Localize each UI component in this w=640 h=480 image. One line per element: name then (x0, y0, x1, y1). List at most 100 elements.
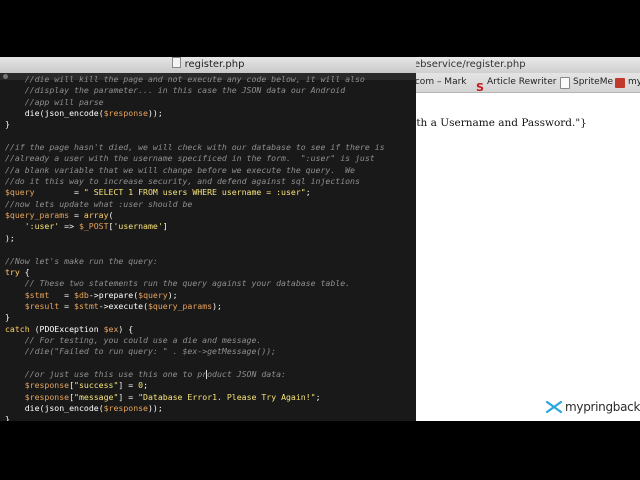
bookmark-my[interactable]: my (615, 73, 640, 92)
browser-window: ebservice/register.php .com – Mark S Art… (410, 57, 640, 421)
code-token: die (24, 402, 40, 413)
code-line: //die will kill the page and not execute… (5, 74, 385, 85)
code-token: ; (143, 380, 148, 391)
code-token: ( (108, 210, 114, 221)
code-token: $response (103, 402, 148, 413)
code-token: //app will parse (5, 96, 104, 107)
code-token: //already a user with the username speci… (5, 153, 375, 164)
code-token: ] = (118, 391, 139, 402)
code-line: // For testing, you could use a die and … (5, 335, 385, 346)
json-response-text: oth a Username and Password."} (410, 117, 587, 129)
bookmark-mark[interactable]: .com – Mark (412, 73, 467, 92)
code-token: } (5, 119, 10, 130)
code-token: )); (148, 108, 163, 119)
code-line: } (5, 414, 385, 421)
code-token: prepare (98, 289, 134, 300)
code-token: //display the parameter... in this case … (5, 85, 346, 96)
code-token: = (49, 289, 75, 300)
code-token: array (83, 210, 109, 221)
browser-address-bar[interactable]: ebservice/register.php (410, 57, 640, 73)
code-token: = (59, 300, 75, 311)
code-line: $response["message"] = "Database Error1.… (5, 392, 385, 403)
code-line: //Now let's make run the query: (5, 256, 385, 267)
code-token: = (34, 187, 84, 198)
code-token: )); (148, 402, 163, 413)
bookmark-spriteme[interactable]: SpriteMe (560, 73, 613, 92)
brand-mark-icon (545, 400, 563, 414)
code-token: ] = (118, 380, 139, 391)
code-token: //die will kill the page and not execute… (5, 74, 365, 84)
code-token: // These two statements run the query ag… (5, 278, 351, 289)
my-logo-icon (615, 77, 625, 88)
code-line: catch (PDOException $ex) { (5, 324, 385, 335)
code-token: //now lets update what :user should be (5, 198, 193, 209)
code-token: $db (74, 289, 89, 300)
editor-titlebar[interactable]: register.php (0, 57, 416, 74)
code-token: execute (108, 300, 144, 311)
code-token: { (19, 266, 30, 277)
code-token: PDOException (39, 323, 99, 334)
code-token: $query_params (148, 300, 213, 311)
code-line: $result = $stmt->execute($query_params); (5, 301, 385, 312)
code-token: //Now let's make run the query: (5, 255, 158, 266)
code-line: //do it this way to increase security, a… (5, 176, 385, 187)
code-line: } (5, 312, 385, 323)
bookmark-label: Article Rewriter (487, 77, 557, 87)
code-line: $query_params = array( (5, 210, 385, 221)
code-token: //do it this way to increase security, a… (5, 176, 360, 187)
code-token: $response (103, 108, 148, 119)
editor-title-text: register.php (184, 59, 245, 70)
code-token: //a blank variable that we will change b… (5, 164, 355, 175)
code-line: //display the parameter... in this case … (5, 85, 385, 96)
brand-name: mypringback (565, 400, 640, 414)
code-line: //app will parse (5, 97, 385, 108)
code-token: $query_params (5, 210, 70, 221)
code-line: ); (5, 233, 385, 244)
code-token: die (24, 108, 40, 119)
code-token: $_POST (78, 221, 109, 232)
code-token: => (59, 221, 79, 232)
code-token: json_encode (44, 108, 99, 119)
code-token: ; (315, 391, 321, 402)
code-line: try { (5, 267, 385, 278)
text-cursor-icon (204, 370, 209, 379)
code-line: //die("Failed to run query: " . $ex->get… (5, 346, 385, 357)
code-token: $query (5, 187, 35, 198)
code-token: -> (88, 289, 99, 300)
code-token: = (69, 210, 84, 221)
code-line: die(json_encode($response)); (5, 108, 385, 119)
code-token: try (5, 266, 20, 277)
code-line: //already a user with the username speci… (5, 153, 385, 164)
code-token: $response (24, 391, 70, 402)
bookmark-label: SpriteMe (573, 77, 613, 87)
code-token: $result (24, 300, 60, 311)
code-token: $stmt (24, 289, 50, 300)
code-line: //a blank variable that we will change b… (5, 165, 385, 176)
code-line: //or just use this use this one to produ… (5, 369, 385, 380)
code-token: " SELECT 1 FROM users WHERE username = :… (83, 187, 306, 198)
bookmark-article-rewriter[interactable]: S Article Rewriter (476, 73, 556, 92)
code-token: $stmt (74, 300, 99, 311)
brand-logo: mypringback (545, 400, 640, 414)
code-line: ':user' => $_POST['username'] (5, 221, 385, 232)
code-token: //or just use this use this one to produ… (5, 368, 286, 379)
code-token: ( (29, 323, 40, 334)
code-token: "Database Error1. Please Try Again!" (138, 391, 316, 402)
code-token: "success" (74, 380, 119, 391)
code-token: //die("Failed to run query: " . $ex->get… (5, 346, 277, 357)
code-token: "message" (74, 391, 119, 402)
code-text-area[interactable]: //die will kill the page and not execute… (5, 74, 385, 421)
code-token: } (5, 414, 10, 421)
code-token: catch (5, 323, 30, 334)
code-token: ; (305, 187, 311, 198)
code-line: // These two statements run the query ag… (5, 278, 385, 289)
code-token: $ex (103, 323, 119, 334)
